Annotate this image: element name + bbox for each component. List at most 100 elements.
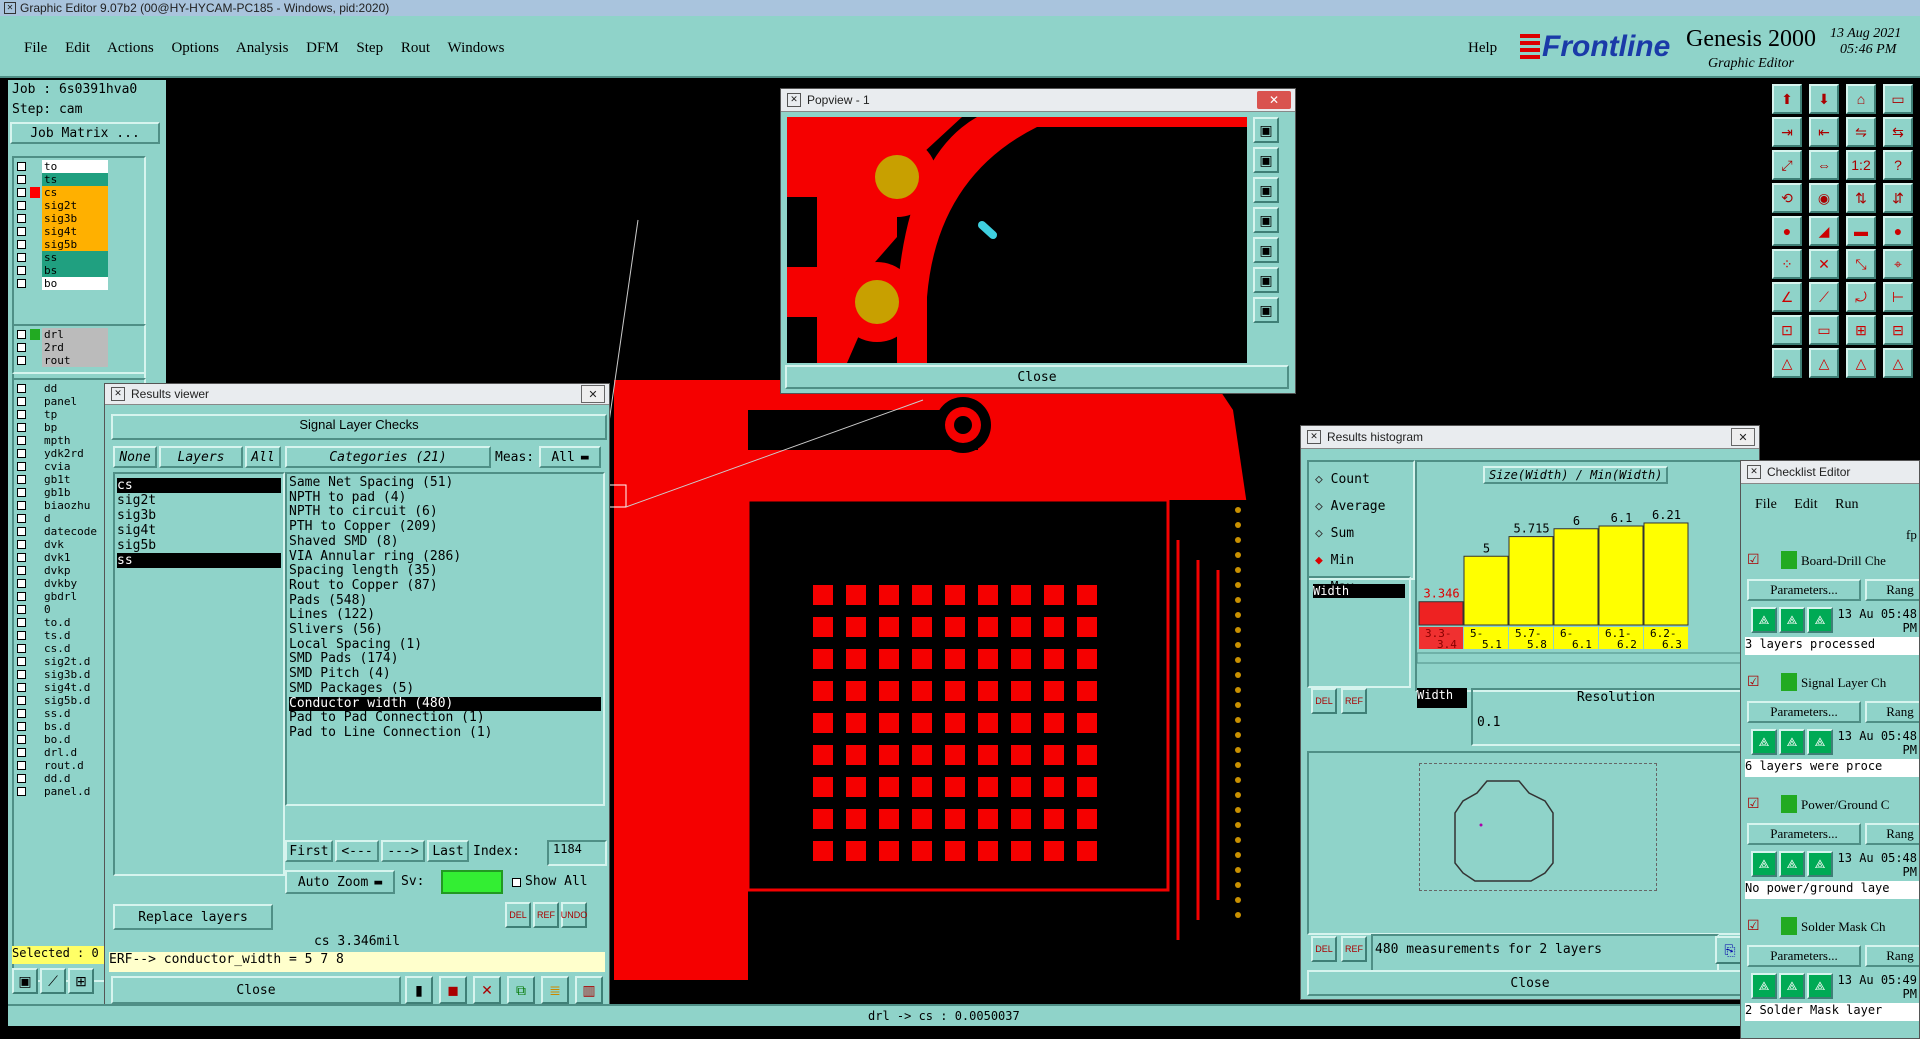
summary-ref-icon[interactable]: REF — [1341, 936, 1367, 962]
histogram-close-button[interactable]: Close — [1307, 970, 1753, 996]
category-item[interactable]: Shaved SMD (8) — [289, 534, 601, 550]
grid-tool-icon[interactable]: ⊞ — [68, 968, 94, 994]
next-button[interactable]: ---> — [381, 840, 425, 862]
layer-checkbox[interactable] — [17, 579, 26, 588]
parameters-button[interactable]: Parameters... — [1747, 945, 1861, 967]
popview-close-icon[interactable]: ✕ — [1257, 91, 1291, 109]
layer-checkbox[interactable] — [17, 397, 26, 406]
layer-checkbox[interactable] — [17, 514, 26, 523]
pad-icon[interactable]: ● — [1772, 216, 1802, 246]
layer-checkbox[interactable] — [17, 488, 26, 497]
undo-icon[interactable]: UNDO — [561, 902, 587, 928]
layer-checkbox[interactable] — [17, 605, 26, 614]
run-all-icon[interactable]: ⟁ — [1779, 851, 1805, 877]
rotate-icon[interactable]: ⤾ — [1846, 282, 1876, 312]
menu-edit[interactable]: Edit — [65, 40, 90, 56]
layer-row[interactable]: bs — [14, 264, 144, 277]
resize-icon[interactable]: ⤡ — [1846, 249, 1876, 279]
check-icon[interactable]: ☑ — [1747, 795, 1760, 812]
checklist-item-name[interactable]: Power/Ground C — [1801, 797, 1889, 813]
dot-icon[interactable]: ● — [1883, 216, 1913, 246]
run-all-icon[interactable]: ⟁ — [1779, 973, 1805, 999]
stat-option[interactable]: ◇ Average — [1315, 493, 1407, 520]
bracket-icon[interactable]: ⊢ — [1883, 282, 1913, 312]
checklist-item-name[interactable]: Board-Drill Che — [1801, 553, 1886, 569]
clear-icon[interactable]: ✕ — [473, 976, 501, 1004]
category-item[interactable]: SMD Pitch (4) — [289, 666, 601, 682]
layer-checkbox[interactable] — [17, 214, 26, 223]
auto-zoom-dropdown[interactable]: Auto Zoom ▬ — [285, 870, 395, 894]
result-layer-item[interactable]: sig2t — [117, 493, 281, 508]
layer-checkbox[interactable] — [17, 343, 26, 352]
layer-row[interactable]: bo — [14, 277, 144, 290]
layer-checkbox[interactable] — [17, 201, 26, 210]
del-icon[interactable]: DEL — [505, 902, 531, 928]
report-icon[interactable]: ≣ — [541, 976, 569, 1004]
fit-all-icon[interactable]: ▣ — [1253, 267, 1279, 293]
layer-checkbox[interactable] — [17, 774, 26, 783]
layer-row[interactable]: to — [14, 160, 144, 173]
result-layer-item[interactable]: ss — [117, 553, 281, 568]
layer-row[interactable]: rout — [14, 354, 144, 367]
layer-checkbox[interactable] — [17, 253, 26, 262]
result-layer-item[interactable]: sig3b — [117, 508, 281, 523]
parameters-button[interactable]: Parameters... — [1747, 579, 1861, 601]
layer-row[interactable]: sig2t — [14, 199, 144, 212]
highlight-icon[interactable]: ◼ — [439, 976, 467, 1004]
category-item[interactable]: PTH to Copper (209) — [289, 519, 601, 535]
category-item[interactable]: NPTH to circuit (6) — [289, 505, 601, 520]
measure-tool-icon[interactable]: ⟋ — [40, 968, 66, 994]
result-layer-item[interactable]: sig4t — [117, 523, 281, 538]
category-item[interactable]: Local Spacing (1) — [289, 637, 601, 653]
layer-row[interactable]: 2rd — [14, 341, 144, 354]
layer-checkbox[interactable] — [17, 553, 26, 562]
slope-icon[interactable]: ◢ — [1809, 216, 1839, 246]
field-width[interactable]: Width — [1313, 584, 1405, 598]
checklist-menu-run[interactable]: Run — [1835, 497, 1858, 512]
range-button[interactable]: Rang — [1865, 701, 1919, 723]
layer-checkbox[interactable] — [17, 696, 26, 705]
line-icon[interactable]: ▬ — [1846, 216, 1876, 246]
histogram-bar[interactable] — [1643, 522, 1689, 626]
layer-checkbox[interactable] — [17, 175, 26, 184]
layer-checkbox[interactable] — [17, 657, 26, 666]
histogram-close-icon[interactable]: ✕ — [1731, 428, 1755, 446]
layer-checkbox[interactable] — [17, 356, 26, 365]
move-up-icon[interactable]: ⬆ — [1772, 84, 1802, 114]
layer-checkbox[interactable] — [17, 722, 26, 731]
layer-checkbox[interactable] — [17, 410, 26, 419]
delete-icon[interactable]: ✕ — [1809, 249, 1839, 279]
layer-row[interactable]: sig5b — [14, 238, 144, 251]
result-layer-item[interactable]: cs — [117, 478, 281, 493]
center-icon[interactable]: ▣ — [1253, 297, 1279, 323]
category-item[interactable]: Rout to Copper (87) — [289, 578, 601, 594]
home-icon[interactable]: ⌂ — [1846, 84, 1876, 114]
prev-button[interactable]: <--- — [335, 840, 379, 862]
popview-canvas[interactable] — [787, 117, 1247, 363]
menu-step[interactable]: Step — [356, 40, 383, 56]
category-item[interactable]: Same Net Spacing (51) — [289, 475, 601, 491]
window-icon[interactable]: ▭ — [1883, 84, 1913, 114]
results-viewer-close-icon[interactable]: ✕ — [581, 385, 605, 403]
menu-dfm[interactable]: DFM — [306, 40, 339, 56]
checklist-item-name[interactable]: Signal Layer Ch — [1801, 675, 1886, 691]
help-icon[interactable]: ? — [1883, 150, 1913, 180]
histogram-bar[interactable] — [1418, 601, 1464, 626]
range-button[interactable]: Rang — [1865, 579, 1919, 601]
layer-checkbox[interactable] — [17, 501, 26, 510]
menu-windows[interactable]: Windows — [448, 40, 505, 56]
histogram-bar[interactable] — [1553, 528, 1599, 626]
grid-remove-icon[interactable]: ⊟ — [1883, 315, 1913, 345]
layer-checkbox[interactable] — [17, 761, 26, 770]
menu-actions[interactable]: Actions — [107, 40, 154, 56]
run-all-icon[interactable]: ⟁ — [1779, 607, 1805, 633]
resolution-value[interactable]: 0.1 — [1477, 715, 1759, 730]
summary-del-icon[interactable]: DEL — [1311, 936, 1337, 962]
report-icon[interactable]: ⟁ — [1807, 851, 1833, 877]
layer-checkbox[interactable] — [17, 735, 26, 744]
undo-icon[interactable]: ⟲ — [1772, 183, 1802, 213]
layer-checkbox[interactable] — [17, 748, 26, 757]
layer-checkbox[interactable] — [17, 330, 26, 339]
zoom-in-icon[interactable]: ▣ — [1253, 117, 1279, 143]
layer-row[interactable]: sig3b — [14, 212, 144, 225]
